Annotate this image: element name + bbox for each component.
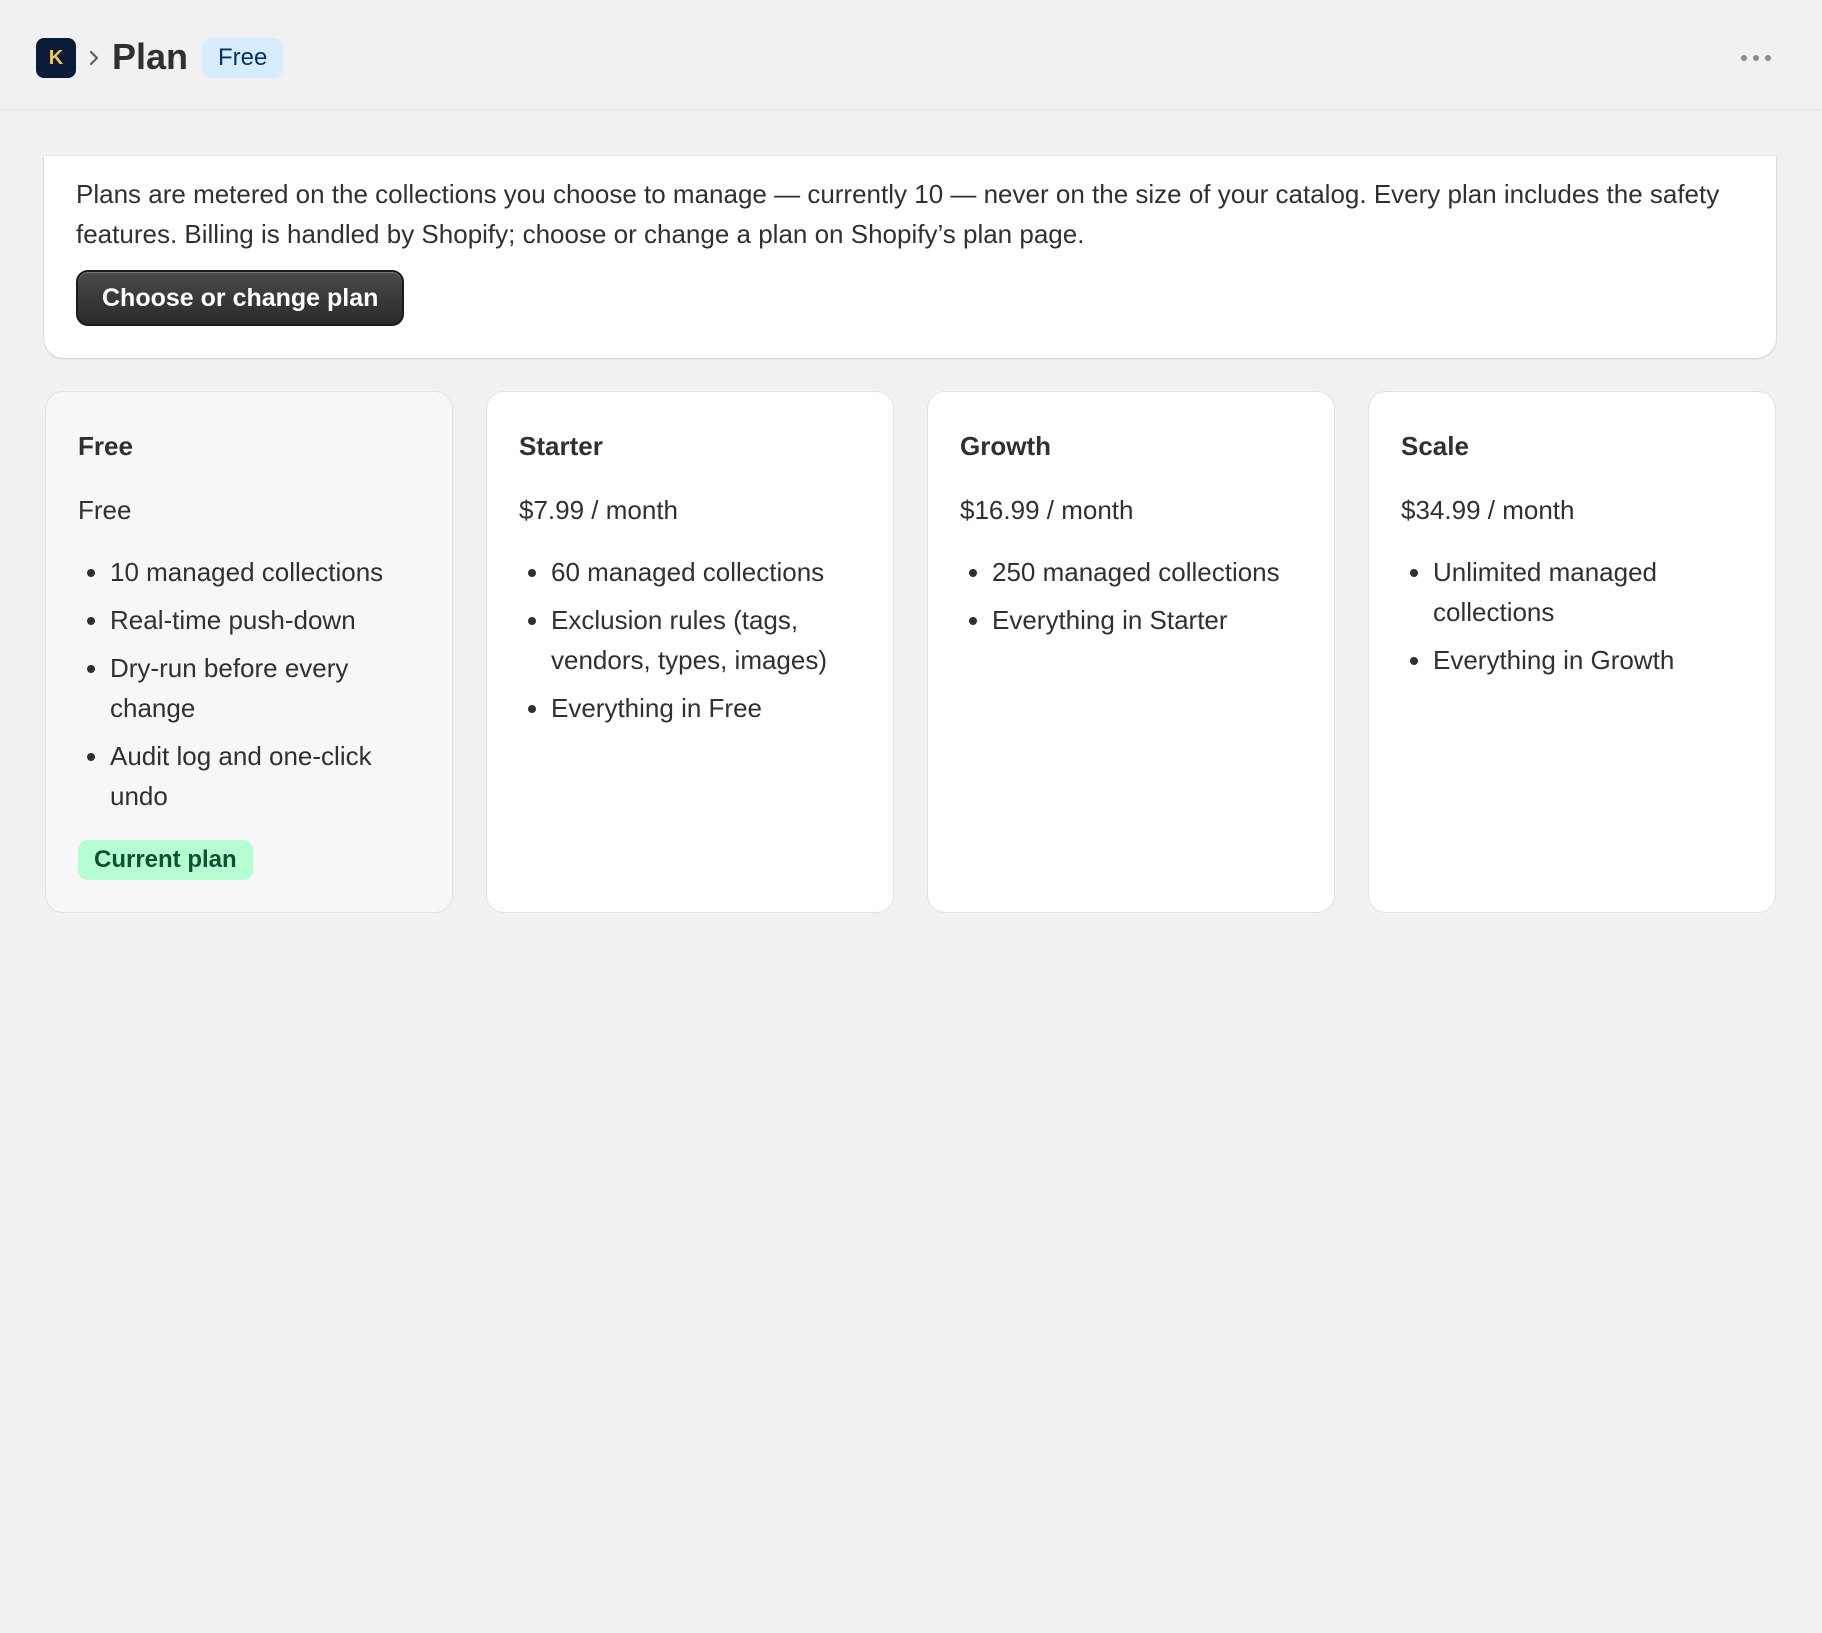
plan-name: Free — [78, 431, 133, 461]
ellipsis-dot — [1765, 55, 1771, 61]
app-logo-letter: K — [48, 47, 64, 69]
plan-feature: Everything in Growth — [1433, 640, 1747, 680]
plan-feature: Unlimited managed collections — [1433, 552, 1747, 632]
plan-feature: Real-time push-down — [110, 600, 424, 640]
plan-feature: 10 managed collections — [110, 552, 424, 592]
plan-price: $7.99 / month — [519, 495, 678, 525]
plan-feature: Everything in Starter — [992, 600, 1306, 640]
page-header: K Plan Free — [0, 0, 1822, 110]
plan-feature: Dry-run before every change — [110, 648, 424, 728]
plan-feature: Exclusion rules (tags, vendors, types, i… — [551, 600, 865, 680]
plan-name: Growth — [960, 431, 1051, 461]
plan-info-text: Plans are metered on the collections you… — [76, 179, 1720, 249]
plan-price: $34.99 / month — [1401, 495, 1575, 525]
plan-features: 10 managed collections Real-time push-do… — [78, 552, 424, 824]
plan-feature: Audit log and one-click undo — [110, 736, 424, 816]
current-plan-badge: Current plan — [78, 840, 253, 880]
plan-features: Unlimited managed collections Everything… — [1401, 552, 1747, 688]
more-actions-button[interactable] — [1732, 38, 1780, 78]
choose-plan-button[interactable]: Choose or change plan — [76, 270, 405, 326]
plan-name: Starter — [519, 431, 603, 461]
app-logo-icon[interactable]: K — [36, 38, 76, 78]
plan-name: Scale — [1401, 431, 1469, 461]
plan-feature: 60 managed collections — [551, 552, 865, 592]
ellipsis-dot — [1753, 55, 1759, 61]
plan-card-starter: Starter $7.99 / month 60 managed collect… — [486, 391, 894, 913]
plan-feature: 250 managed collections — [992, 552, 1306, 592]
plan-features: 250 managed collections Everything in St… — [960, 552, 1306, 648]
plan-badge: Free — [202, 38, 284, 78]
plan-card-free: Free Free 10 managed collections Real-ti… — [45, 391, 453, 913]
chevron-right-icon — [89, 50, 99, 66]
plan-card-growth: Growth $16.99 / month 250 managed collec… — [927, 391, 1335, 913]
page-title: Plan — [112, 36, 189, 77]
plan-features: 60 managed collections Exclusion rules (… — [519, 552, 865, 736]
plan-feature: Everything in Free — [551, 688, 865, 728]
plan-price: Free — [78, 495, 132, 525]
plan-info-card: Plans are metered on the collections you… — [44, 156, 1776, 358]
ellipsis-horizontal-icon — [1741, 55, 1747, 61]
plan-card-scale: Scale $34.99 / month Unlimited managed c… — [1368, 391, 1776, 913]
plan-price: $16.99 / month — [960, 495, 1134, 525]
